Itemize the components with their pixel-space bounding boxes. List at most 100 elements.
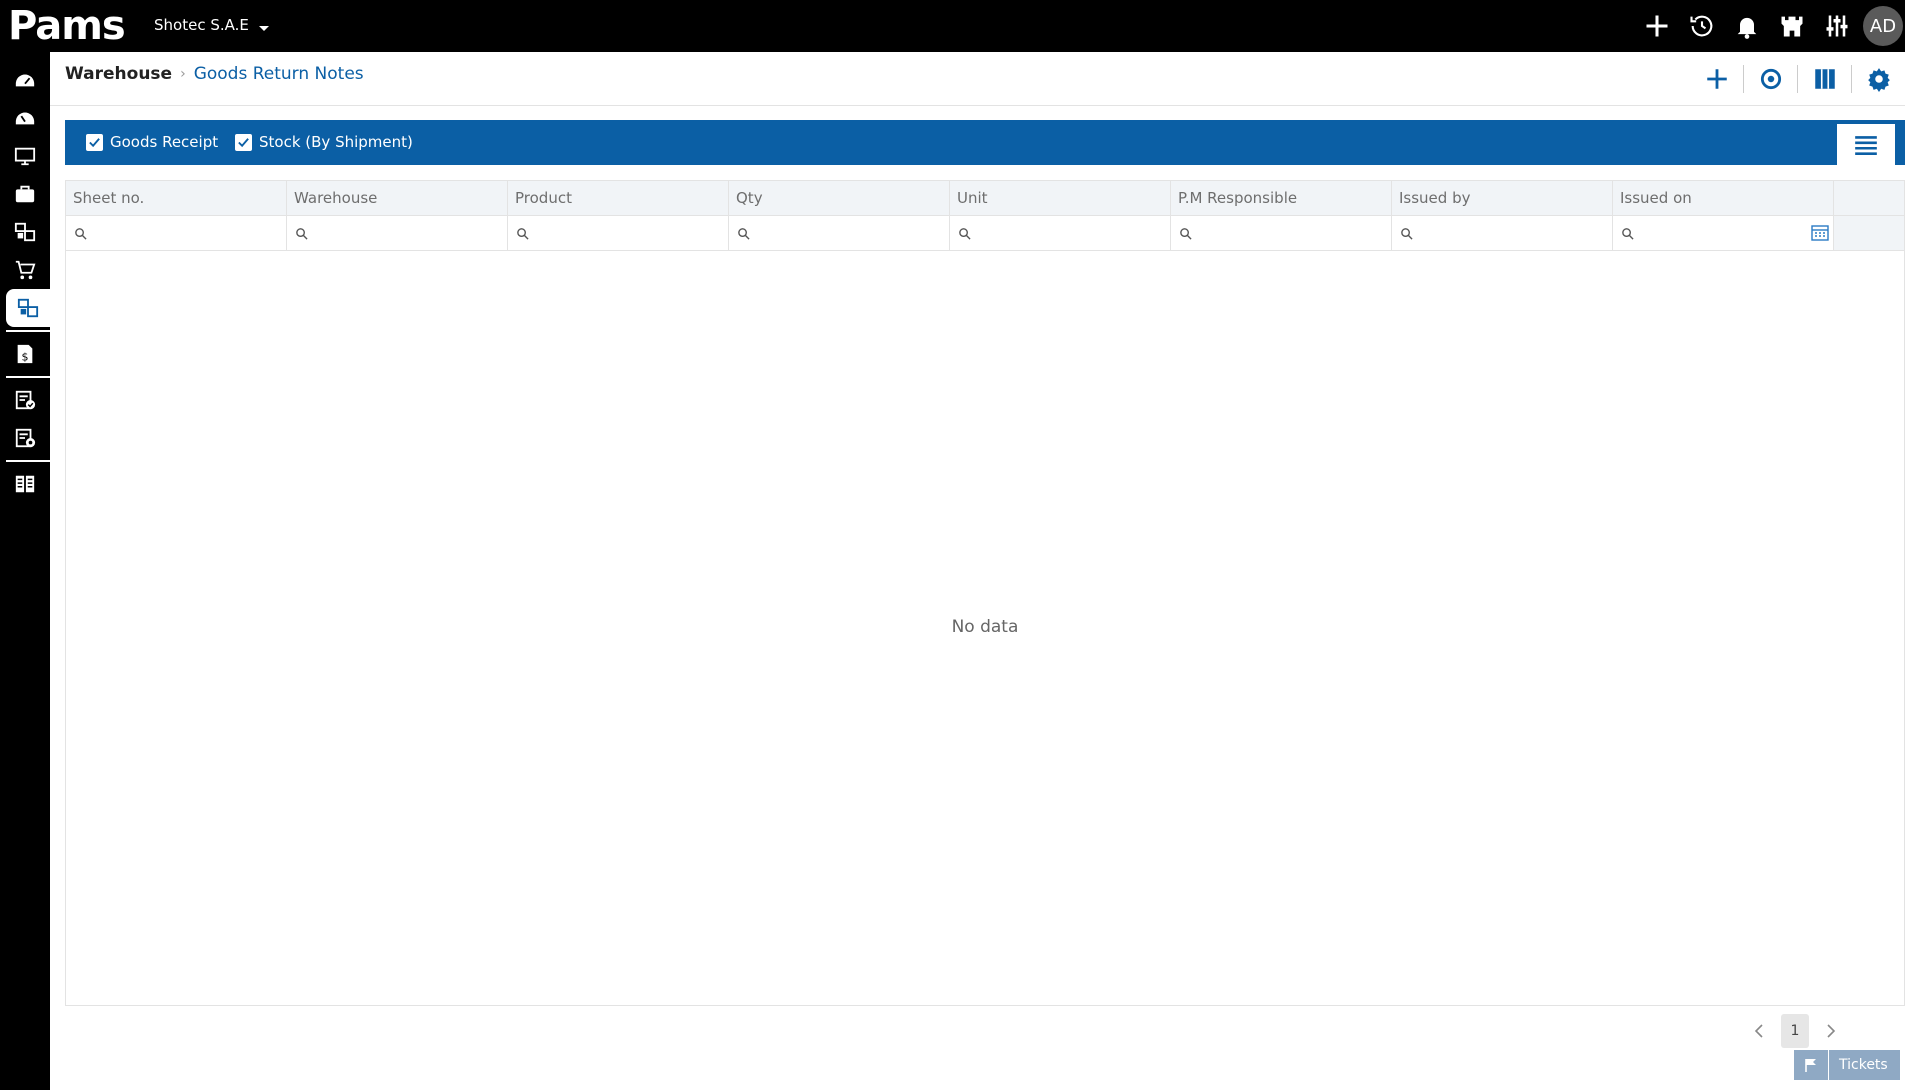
page-number[interactable]: 1 xyxy=(1781,1014,1809,1048)
data-grid: Sheet no. Warehouse Product Qty Unit P.M… xyxy=(65,180,1905,1006)
sidebar-item-settings-doc[interactable] xyxy=(0,419,50,457)
pm-responsible-filter-input[interactable] xyxy=(1198,221,1378,245)
list-icon xyxy=(1855,135,1877,155)
search-icon xyxy=(738,227,750,240)
columns-button[interactable] xyxy=(1798,52,1851,106)
sidebar-item-procurement[interactable] xyxy=(0,251,50,289)
grid-header-row: Sheet no. Warehouse Product Qty Unit P.M… xyxy=(66,181,1904,216)
filter-cell xyxy=(1171,216,1392,250)
briefcase-icon xyxy=(15,185,35,203)
sidebar-item-approvals[interactable] xyxy=(0,381,50,419)
checkbox-checked-icon xyxy=(235,133,252,151)
sidebar-divider xyxy=(6,330,50,332)
chevron-down-icon xyxy=(258,25,269,31)
filter-cell xyxy=(1392,216,1613,250)
tickets-button[interactable]: Tickets xyxy=(1794,1050,1900,1080)
unit-filter-input[interactable] xyxy=(977,221,1157,245)
filter-cell xyxy=(729,216,950,250)
logo-text: Pams xyxy=(8,3,126,49)
column-header[interactable]: Sheet no. xyxy=(66,181,287,215)
dashboard-alt-icon xyxy=(15,112,35,125)
sidebar-item-projects[interactable] xyxy=(0,175,50,213)
sidebar-item-reports[interactable] xyxy=(0,465,50,503)
search-icon xyxy=(75,227,87,240)
calendar-icon[interactable] xyxy=(1811,223,1829,241)
refresh-icon xyxy=(1760,68,1781,90)
qty-filter-input[interactable] xyxy=(756,221,936,245)
sidebar-item-dashboard-2[interactable] xyxy=(0,99,50,137)
flag-icon xyxy=(1794,1050,1829,1080)
column-header[interactable]: Issued by xyxy=(1392,181,1613,215)
filter-cell xyxy=(1613,216,1834,250)
header-actions xyxy=(1690,52,1905,106)
company-name: Shotec S.A.E xyxy=(154,16,249,34)
filter-toolbar: Goods Receipt Stock (By Shipment) xyxy=(65,120,1905,165)
breadcrumb-root[interactable]: Warehouse xyxy=(65,64,172,84)
columns-icon xyxy=(1814,69,1835,89)
page-title: Goods Return Notes xyxy=(193,64,364,84)
search-icon xyxy=(959,227,971,240)
gear-icon xyxy=(1867,68,1890,92)
plus-icon[interactable] xyxy=(1634,0,1679,52)
column-header-empty xyxy=(1834,181,1904,215)
chevron-right-icon xyxy=(1827,1024,1836,1038)
chevron-left-icon xyxy=(1754,1024,1763,1038)
next-page-button[interactable] xyxy=(1819,1014,1843,1048)
settings-button[interactable] xyxy=(1852,52,1905,106)
sidebar-item-warehouse[interactable] xyxy=(6,289,50,327)
goods-receipt-checkbox[interactable]: Goods Receipt xyxy=(86,133,218,151)
list-view-button[interactable] xyxy=(1837,124,1895,165)
empty-state-text: No data xyxy=(951,617,1019,637)
approval-icon xyxy=(15,390,36,410)
warehouse-filter-input[interactable] xyxy=(314,221,494,245)
page-header: Warehouse › Goods Return Notes xyxy=(50,52,1905,106)
product-filter-input[interactable] xyxy=(535,221,715,245)
company-selector[interactable]: Shotec S.A.E xyxy=(154,16,269,34)
column-header[interactable]: Issued on xyxy=(1613,181,1834,215)
column-header[interactable]: Warehouse xyxy=(287,181,508,215)
settings-doc-icon xyxy=(15,428,36,448)
issued-by-filter-input[interactable] xyxy=(1419,221,1599,245)
sidebar-divider xyxy=(6,376,50,378)
svg-text:$: $ xyxy=(22,350,29,363)
refresh-button[interactable] xyxy=(1744,52,1797,106)
filter-cell xyxy=(287,216,508,250)
search-icon xyxy=(296,227,308,240)
finance-icon: $ xyxy=(17,344,33,363)
sidebar-item-stores[interactable] xyxy=(0,213,50,251)
issued-on-filter-input[interactable] xyxy=(1640,221,1820,245)
checkbox-label: Goods Receipt xyxy=(110,133,219,151)
reports-icon xyxy=(15,475,35,493)
sidebar-divider xyxy=(6,460,50,462)
column-header[interactable]: Unit xyxy=(950,181,1171,215)
warehouse-icon xyxy=(14,222,36,242)
tickets-label: Tickets xyxy=(1839,1057,1888,1073)
top-bar: Pams Shotec S.A.E AD xyxy=(0,0,1905,52)
chevron-right-icon: › xyxy=(180,66,186,82)
top-actions: AD xyxy=(1634,0,1905,52)
filter-cell xyxy=(66,216,287,250)
column-header[interactable]: Product xyxy=(508,181,729,215)
sidebar-item-dashboard[interactable] xyxy=(0,61,50,99)
filter-cell xyxy=(508,216,729,250)
pagination: 1 xyxy=(1747,1014,1843,1048)
app-logo[interactable]: Pams xyxy=(8,3,126,49)
sidebar-item-finance[interactable]: $ xyxy=(0,335,50,373)
add-button[interactable] xyxy=(1690,52,1743,106)
bell-icon[interactable] xyxy=(1724,0,1769,52)
sheet-no-filter-input[interactable] xyxy=(93,221,273,245)
user-avatar[interactable]: AD xyxy=(1863,6,1903,46)
sidebar-item-monitor[interactable] xyxy=(0,137,50,175)
history-icon[interactable] xyxy=(1679,0,1724,52)
stock-by-shipment-checkbox[interactable]: Stock (By Shipment) xyxy=(235,133,413,151)
filter-cell-empty xyxy=(1834,216,1904,250)
castle-icon[interactable] xyxy=(1769,0,1814,52)
sidebar: $ xyxy=(0,52,50,1090)
search-icon xyxy=(1401,227,1413,240)
column-header[interactable]: P.M Responsible xyxy=(1171,181,1392,215)
search-icon xyxy=(1180,227,1192,240)
column-header[interactable]: Qty xyxy=(729,181,950,215)
sliders-icon[interactable] xyxy=(1814,0,1859,52)
prev-page-button[interactable] xyxy=(1747,1014,1771,1048)
cart-icon xyxy=(15,260,36,280)
